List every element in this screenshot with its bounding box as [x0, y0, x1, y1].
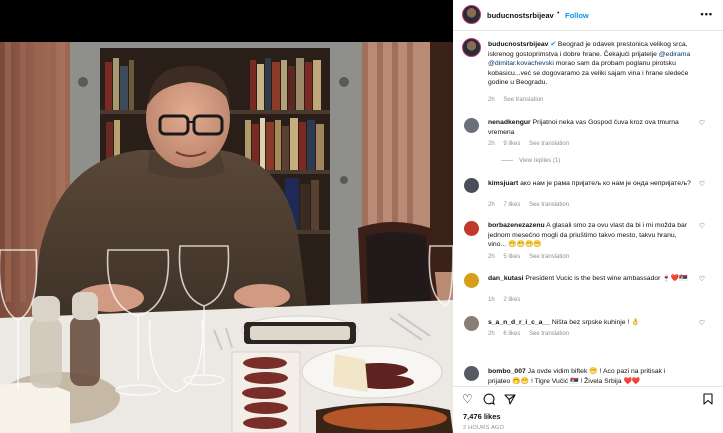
comment-like-icon[interactable]: ♡: [699, 222, 705, 230]
post-caption: buducnostsrbijeav ✔ Beograd je odavek pr…: [488, 40, 698, 88]
separator-dot: •: [557, 10, 560, 17]
see-translation-link[interactable]: See translation: [529, 331, 569, 337]
post-date: 2 HOURS AGO: [463, 425, 505, 431]
comment-emojis: 😁😁😁😁: [508, 241, 542, 248]
comment-time: 2h: [488, 254, 495, 260]
comment-meta: 2h 9 likes See translation: [488, 141, 576, 147]
comment-likes[interactable]: 9 likes: [503, 141, 520, 147]
comment-avatar[interactable]: [464, 273, 479, 288]
post-photo[interactable]: [0, 0, 453, 433]
see-translation-link[interactable]: See translation: [529, 254, 569, 260]
comment-icon[interactable]: [483, 393, 495, 407]
comment: nenadkengur Prijatnoi neka vas Gospod ču…: [488, 118, 693, 137]
comment-likes[interactable]: 6 likes: [503, 331, 520, 337]
comment-avatar[interactable]: [464, 221, 479, 236]
likes-count[interactable]: 7,476 likes: [463, 412, 501, 421]
comment: borbazenezazenu A glasali smo za ovu vla…: [488, 221, 693, 250]
more-horizontal-icon[interactable]: •••: [701, 9, 713, 19]
comment-likes[interactable]: 5 likes: [503, 254, 520, 260]
comment-time: 2h: [488, 141, 495, 147]
comment-likes[interactable]: 2 likes: [503, 297, 520, 303]
comment-meta: 1h 2 likes: [488, 297, 527, 303]
share-icon[interactable]: [504, 393, 516, 407]
comment-like-icon[interactable]: ♡: [699, 180, 705, 188]
comment-likes[interactable]: 7 likes: [503, 202, 520, 208]
comment-username[interactable]: borbazenezazenu: [488, 222, 545, 229]
comment-time: 1h: [488, 297, 495, 303]
caption-time: 2h: [488, 97, 495, 103]
comment-avatar[interactable]: [464, 178, 479, 193]
post-side-panel: buducnostsrbijeav • Follow ••• buducnost…: [453, 0, 723, 433]
comment-text: Ja ovde vidim biftek 😁 ! Aco pazi na pri…: [527, 368, 666, 375]
avatar[interactable]: [462, 5, 481, 24]
bookmark-icon[interactable]: [703, 393, 713, 407]
comment: bombo_007 Ja ovde vidim biftek 😁 ! Aco p…: [488, 367, 693, 386]
comment-like-icon[interactable]: ♡: [699, 319, 705, 327]
comment: kimsjuart ако нам је рама пријатељ ко на…: [488, 179, 693, 189]
comment-like-icon[interactable]: ♡: [699, 119, 705, 127]
comment-avatar[interactable]: [464, 118, 479, 133]
comment-text: President Vucic is the best wine ambassa…: [525, 275, 661, 282]
comment-emojis: 🍷❤️🇷🇸: [662, 275, 688, 282]
header-username[interactable]: buducnostsrbijeav: [487, 11, 554, 20]
post-image: [0, 0, 453, 433]
comment-username[interactable]: nenadkengur: [488, 119, 531, 126]
comment-meta: 2h 5 likes See translation: [488, 254, 576, 260]
caption-avatar[interactable]: [462, 38, 481, 57]
comment-meta: 2h 6 likes See translation: [488, 331, 576, 337]
comment-avatar[interactable]: [464, 366, 479, 381]
follow-button[interactable]: Follow: [565, 11, 589, 20]
caption-meta: 2h See translation: [488, 97, 550, 103]
see-translation-link[interactable]: See translation: [503, 97, 543, 103]
comment-text: Ništa bez srpske kuhinje !: [551, 319, 630, 326]
comment: dan_kutasi President Vucic is the best w…: [488, 274, 693, 284]
comment: s_a_n_d_r_i_c_a__ Ništa bez srpske kuhin…: [488, 318, 693, 328]
comment-text-continued: prijateo 🤭😁 ! Tigre Vučić 🇷🇸 ! Živela Sr…: [488, 377, 641, 385]
comment-time: 2h: [488, 331, 495, 337]
comment-username[interactable]: dan_kutasi: [488, 275, 524, 282]
heart-icon[interactable]: ♡: [462, 393, 473, 405]
verified-badge-icon: ✔: [550, 41, 557, 48]
view-replies-link[interactable]: View replies (1): [501, 158, 560, 164]
comment-emojis: 👌: [631, 319, 640, 326]
mention-link[interactable]: @dimitar.kovachevski: [488, 60, 554, 67]
see-translation-link[interactable]: See translation: [529, 141, 569, 147]
comment-avatar[interactable]: [464, 316, 479, 331]
post-header: buducnostsrbijeav • Follow •••: [453, 0, 723, 31]
caption-username[interactable]: buducnostsrbijeav: [488, 41, 548, 48]
mention-link[interactable]: @edirama: [659, 51, 690, 58]
see-translation-link[interactable]: See translation: [529, 202, 569, 208]
comment-time: 2h: [488, 202, 495, 208]
comment-text: ако нам је рама пријатељ ко нам је онда …: [520, 180, 691, 187]
comment-username[interactable]: kimsjuart: [488, 180, 518, 187]
comment-username[interactable]: s_a_n_d_r_i_c_a__: [488, 319, 550, 326]
action-bar: ♡: [453, 386, 723, 409]
comment-meta: 2h 7 likes See translation: [488, 202, 576, 208]
comment-username[interactable]: bombo_007: [488, 368, 526, 375]
comment-like-icon[interactable]: ♡: [699, 275, 705, 283]
